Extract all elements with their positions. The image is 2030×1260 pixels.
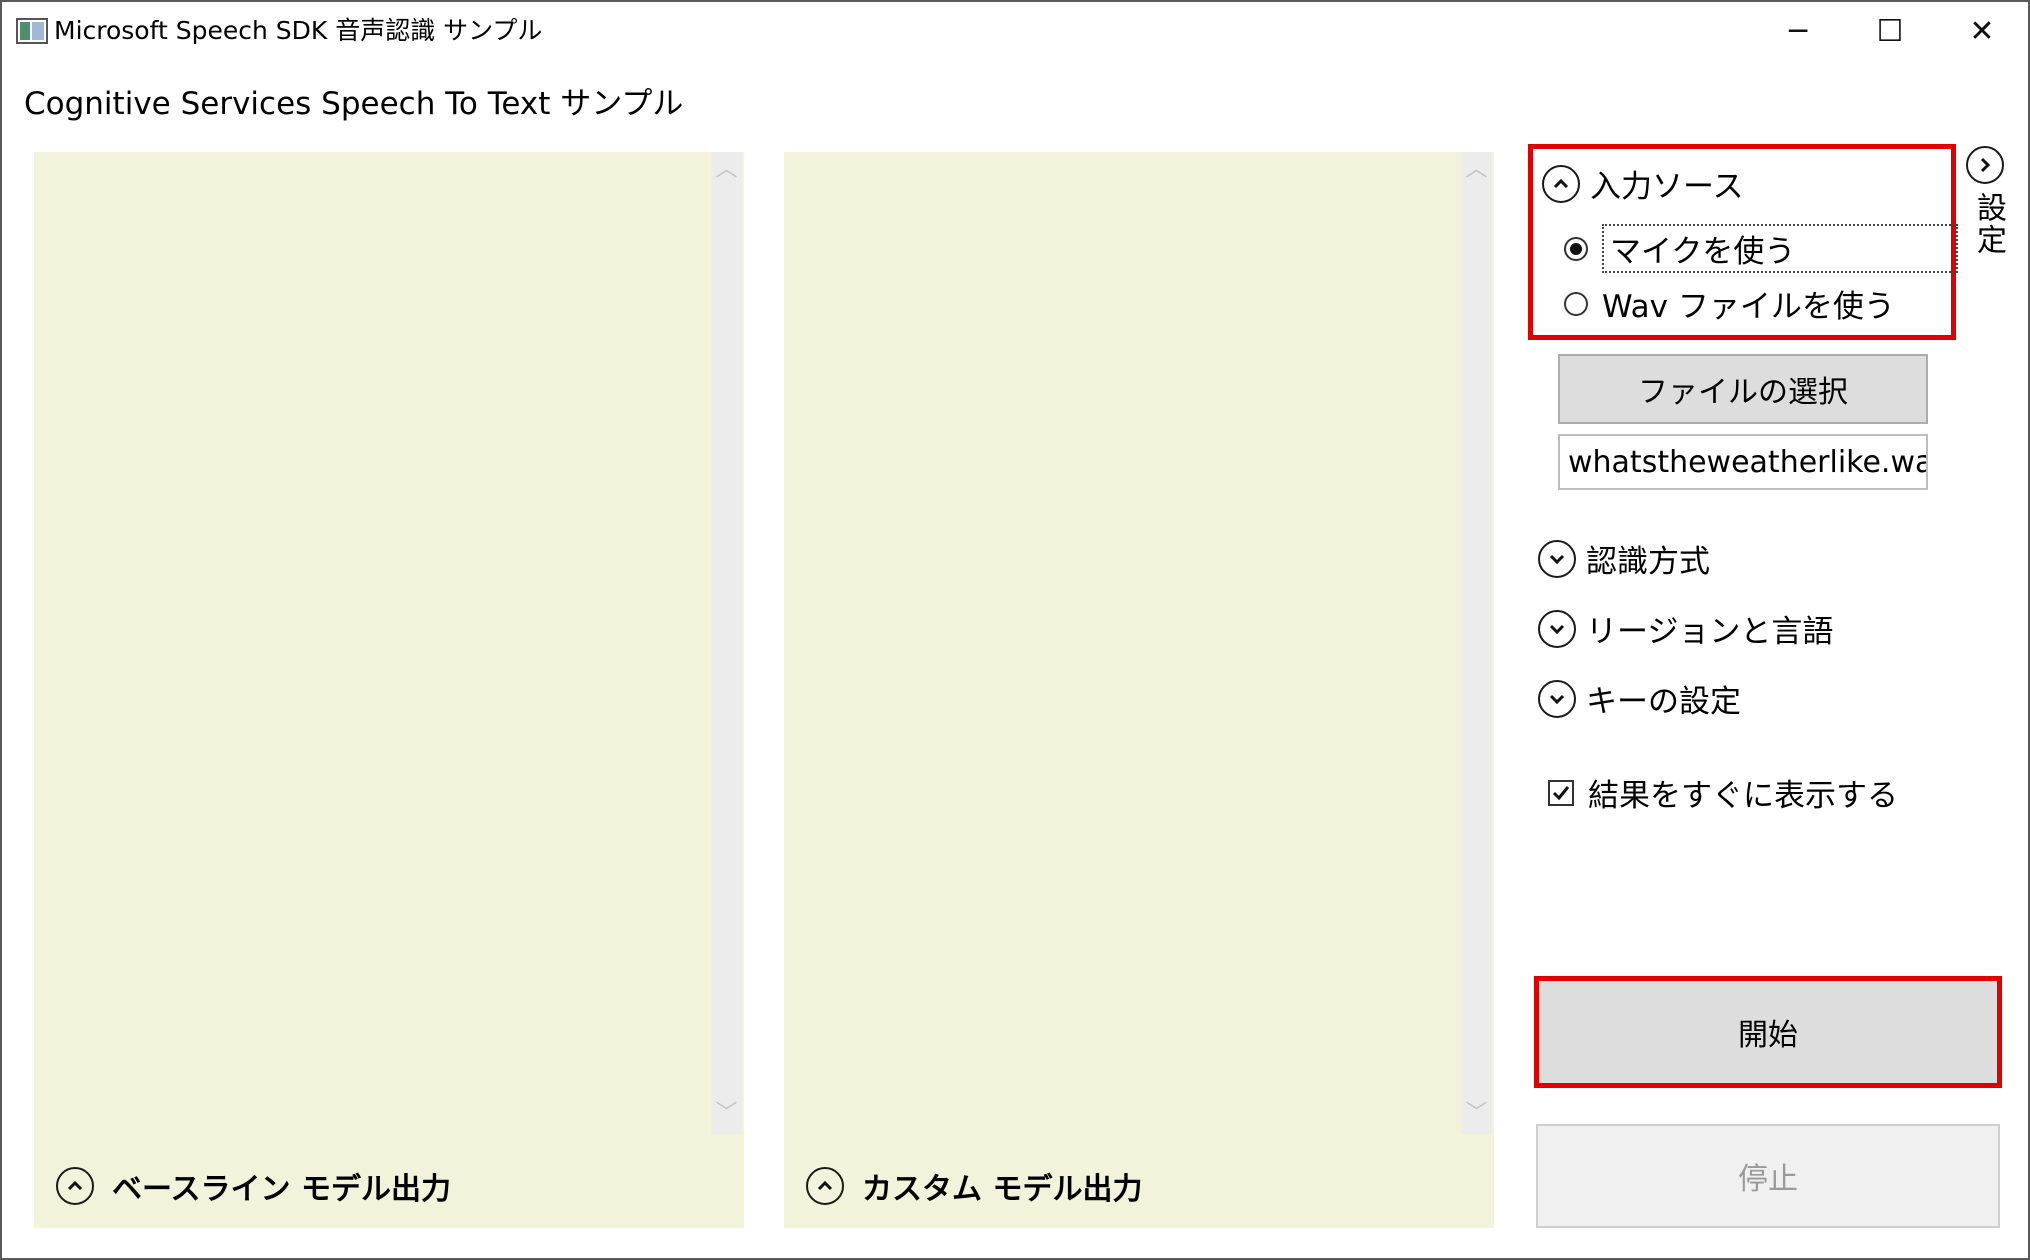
start-button-highlight: 開始 [1534,976,2002,1088]
chevron-down-icon[interactable] [1538,609,1576,648]
maximize-button[interactable]: ☐ [1854,8,1926,54]
key-settings-header[interactable]: キーの設定 [1538,676,1741,721]
app-window: Microsoft Speech SDK 音声認識 サンプル ─ ☐ ✕ Cog… [0,0,2030,1260]
window-title: Microsoft Speech SDK 音声認識 サンプル [54,16,543,45]
custom-panel-label: カスタム モデル出力 [862,1172,1143,1207]
page-title: Cognitive Services Speech To Text サンプル [24,86,684,122]
chevron-down-icon[interactable] [1538,679,1576,718]
input-source-header[interactable]: 入力ソース [1542,161,1743,206]
close-button[interactable]: ✕ [1946,8,2018,54]
select-file-button[interactable]: ファイルの選択 [1558,354,1928,424]
show-results-label: 結果をすぐに表示する [1588,778,1898,814]
chevron-up-icon[interactable] [56,1167,94,1205]
custom-footer[interactable]: カスタム モデル出力 [806,1164,1142,1208]
scroll-down-icon[interactable]: ﹀ [711,1102,742,1126]
scroll-up-icon[interactable]: ︿ [1461,158,1492,182]
radio-use-wav-file[interactable]: Wav ファイルを使う [1564,281,1895,326]
region-language-header[interactable]: リージョンと言語 [1538,606,1833,651]
baseline-footer[interactable]: ベースライン モデル出力 [56,1164,451,1208]
radio-button[interactable] [1564,236,1588,261]
baseline-output-panel: ︿ ﹀ ベースライン モデル出力 [34,152,744,1228]
minimize-button[interactable]: ─ [1762,8,1834,54]
chevron-right-icon[interactable] [1966,146,2004,184]
custom-scrollbar[interactable]: ︿ ﹀ [1461,152,1492,1134]
input-source-group: 入力ソース マイクを使う Wav ファイルを使う [1528,144,1958,340]
radio-label: マイクを使う [1602,224,1958,273]
start-button[interactable]: 開始 [1539,981,1997,1083]
recognition-mode-header[interactable]: 認識方式 [1538,536,1710,581]
stop-button[interactable]: 停止 [1536,1124,2000,1228]
scroll-down-icon[interactable]: ﹀ [1461,1102,1492,1126]
region-language-label: リージョンと言語 [1586,614,1834,650]
file-name-field[interactable]: whatstheweatherlike.wav [1558,434,1928,490]
custom-output-panel: ︿ ﹀ カスタム モデル出力 [784,152,1494,1228]
checkbox[interactable] [1548,779,1574,806]
radio-button[interactable] [1564,291,1588,316]
app-icon [16,18,48,44]
show-results-checkbox-row[interactable]: 結果をすぐに表示する [1548,770,1898,815]
chevron-up-icon[interactable] [806,1167,844,1205]
input-source-label: 入力ソース [1590,169,1744,205]
scroll-up-icon[interactable]: ︿ [711,158,742,182]
baseline-panel-label: ベースライン モデル出力 [112,1172,451,1207]
key-settings-label: キーの設定 [1586,684,1741,720]
recognition-mode-label: 認識方式 [1586,544,1710,580]
radio-label: Wav ファイルを使う [1602,289,1895,325]
baseline-scrollbar[interactable]: ︿ ﹀ [711,152,742,1134]
chevron-up-icon[interactable] [1542,164,1580,203]
settings-toggle-label[interactable]: 設定 [1966,192,2010,256]
chevron-down-icon[interactable] [1538,539,1576,578]
radio-use-microphone[interactable]: マイクを使う [1564,224,1958,273]
